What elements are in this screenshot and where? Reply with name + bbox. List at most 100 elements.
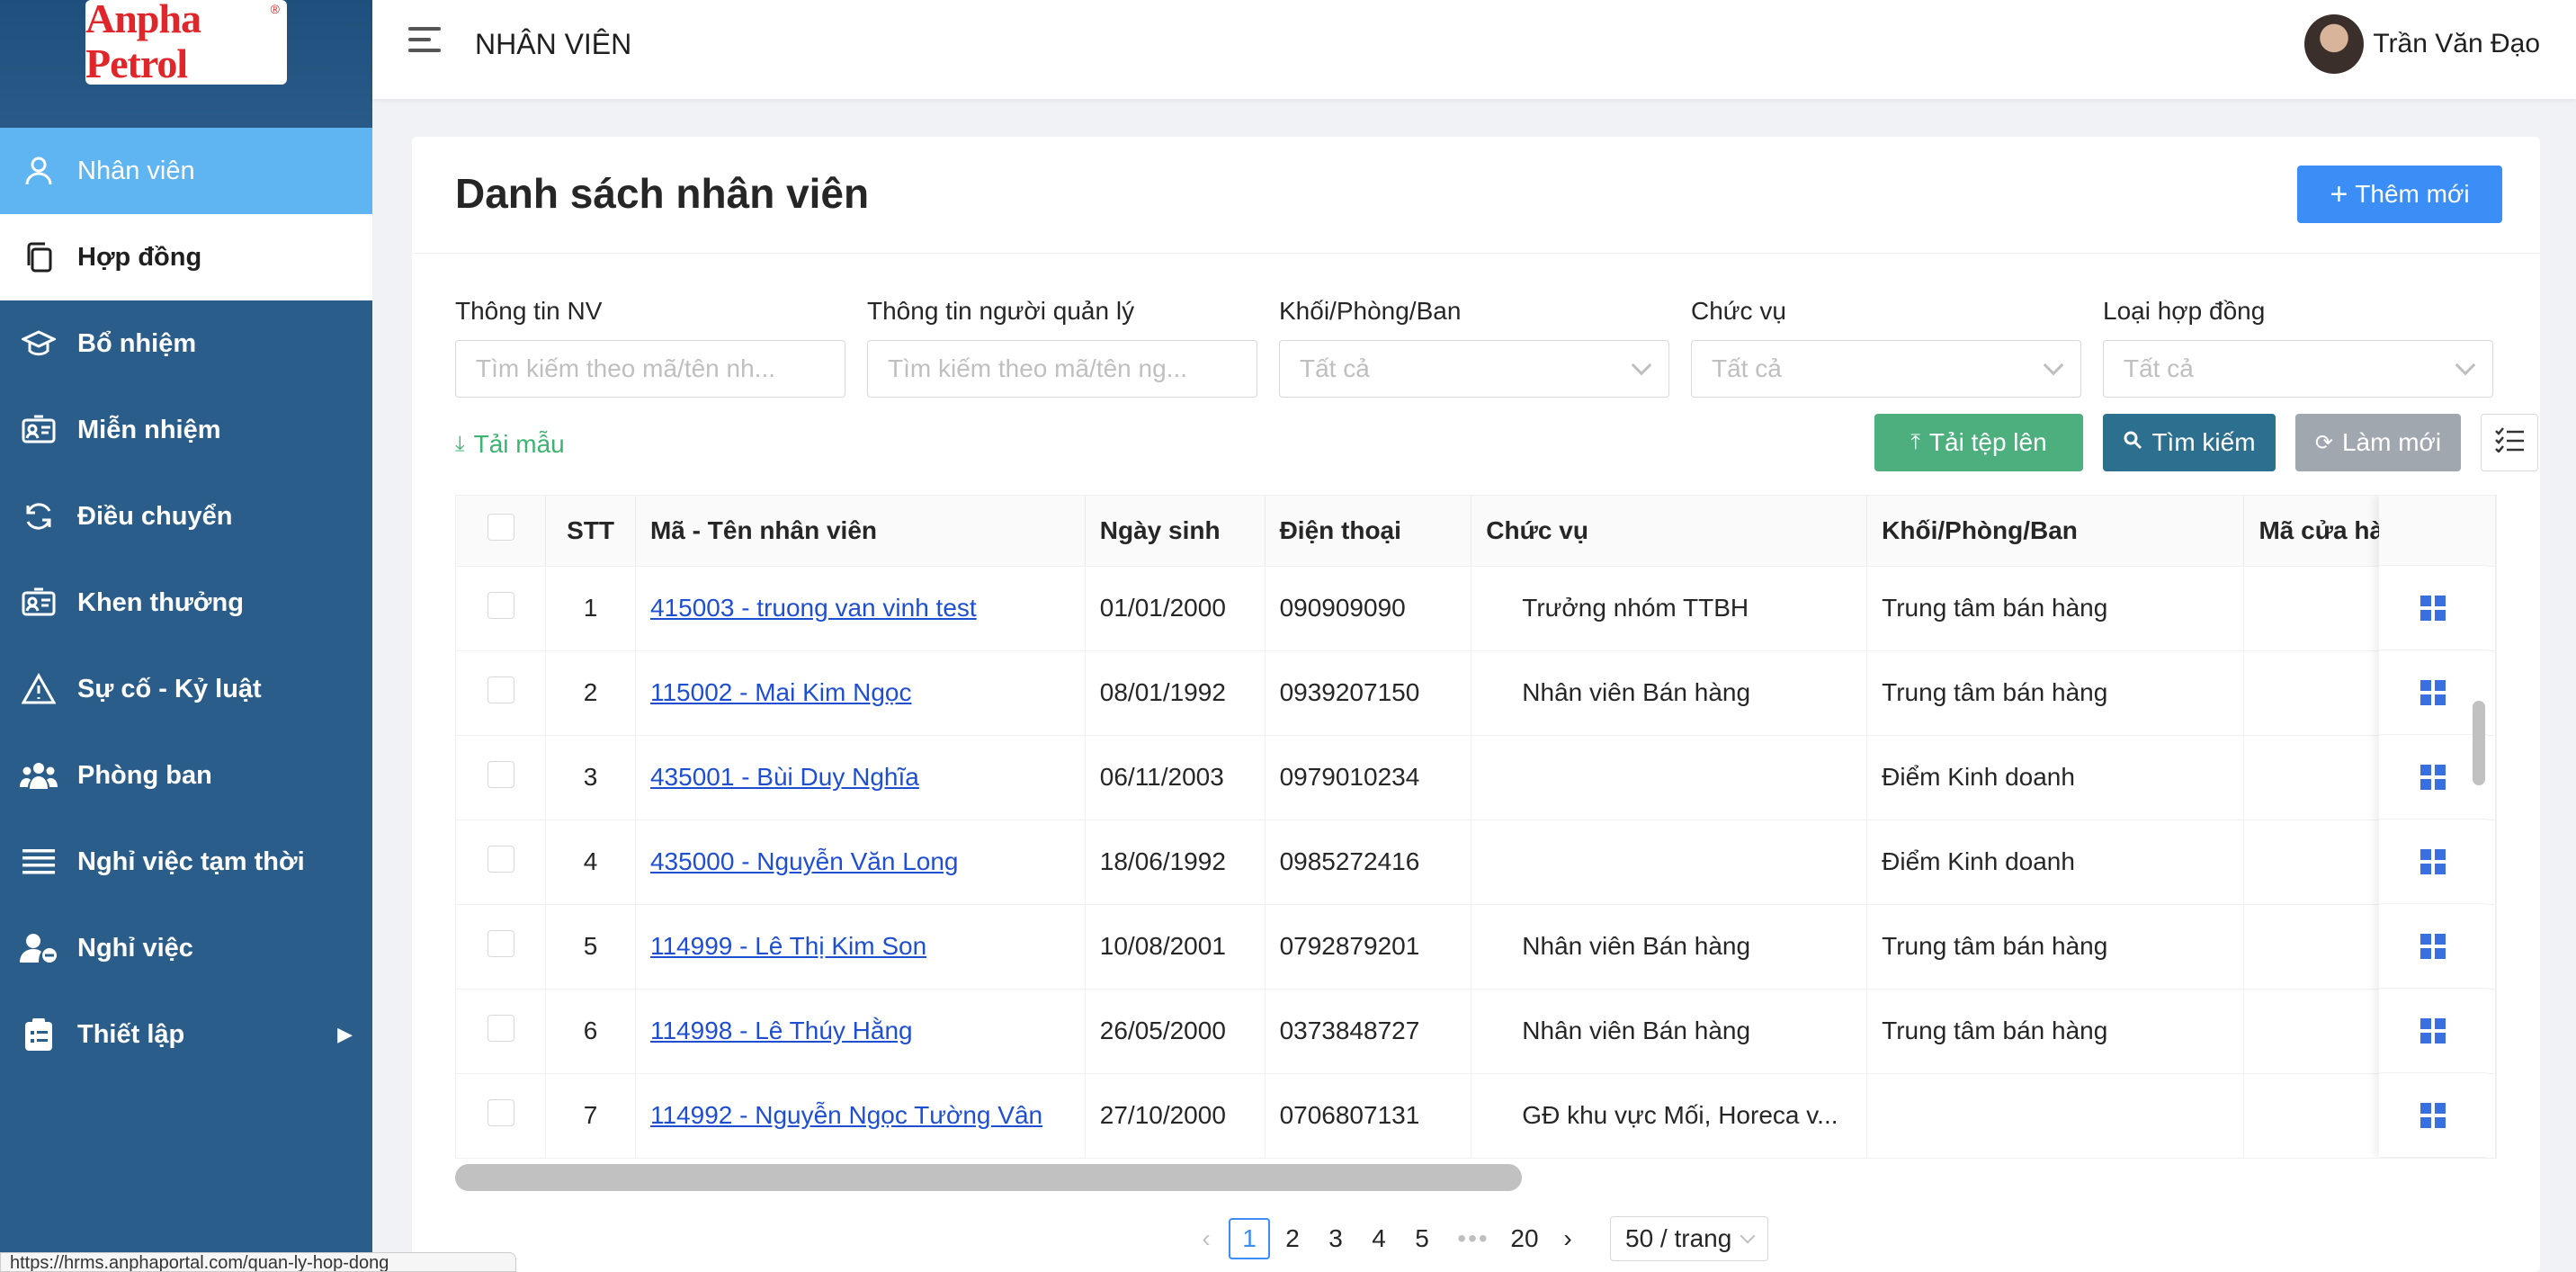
- filter-label: Thông tin NV: [455, 297, 603, 325]
- column-header-employee[interactable]: Mã - Tên nhân viên: [635, 496, 1086, 567]
- row-checkbox[interactable]: [487, 760, 514, 788]
- filter-label: Loại hợp đồng: [2103, 297, 2266, 325]
- sidebar-item-label: Khen thưởng: [77, 587, 244, 617]
- page-size-select[interactable]: 50 / trang: [1610, 1216, 1769, 1261]
- input-placeholder: Tìm kiếm theo mã/tên nh...: [476, 354, 776, 382]
- manager-search-input[interactable]: Tìm kiếm theo mã/tên ng...: [867, 340, 1257, 398]
- employee-link[interactable]: 114992 - Nguyễn Ngọc Tường Vân: [650, 1101, 1042, 1129]
- horizontal-scrollbar[interactable]: [455, 1164, 1522, 1191]
- sidebar-item-nhan-vien[interactable]: Nhân viên: [0, 128, 372, 214]
- contract-type-select[interactable]: Tất cả: [2103, 340, 2493, 398]
- sidebar-item-thiet-lap[interactable]: Thiết lập ▶: [0, 991, 372, 1078]
- download-icon: ⤓: [455, 432, 465, 456]
- employee-link[interactable]: 114999 - Lê Thị Kim Son: [650, 932, 926, 960]
- cell-employee: 115002 - Mai Kim Ngọc: [635, 650, 1086, 736]
- table-row: 1 415003 - truong van vinh test 01/01/20…: [456, 566, 2496, 651]
- select-value: Tất cả: [1300, 354, 1370, 382]
- sidebar-item-label: Hợp đồng: [77, 242, 202, 272]
- employee-table: STT Mã - Tên nhân viên Ngày sinh Điện th…: [455, 495, 2497, 1159]
- row-checkbox[interactable]: [487, 929, 514, 957]
- column-header-dob[interactable]: Ngày sinh: [1085, 496, 1266, 567]
- page-2[interactable]: 2: [1272, 1218, 1313, 1259]
- expand-arrow-icon[interactable]: ▶: [337, 1023, 353, 1046]
- row-checkbox[interactable]: [487, 676, 514, 703]
- user-menu[interactable]: Trần Văn Đạo: [2304, 14, 2540, 74]
- column-header-phone[interactable]: Điện thoại: [1265, 496, 1472, 567]
- select-all-checkbox[interactable]: [487, 514, 514, 542]
- search-icon: [2123, 430, 2142, 456]
- grid-menu-icon: [2420, 1017, 2446, 1044]
- sidebar-item-bo-nhiem[interactable]: Bổ nhiệm: [0, 300, 372, 387]
- row-checkbox[interactable]: [487, 591, 514, 619]
- cell-dob: 18/06/1992: [1085, 820, 1266, 905]
- row-actions-column: [2379, 496, 2487, 1158]
- cell-stt: 3: [545, 735, 636, 820]
- employee-link[interactable]: 114998 - Lê Thúy Hằng: [650, 1017, 913, 1044]
- row-checkbox[interactable]: [487, 1014, 514, 1042]
- employee-link[interactable]: 415003 - truong van vinh test: [650, 594, 977, 622]
- column-header-stt[interactable]: STT: [545, 496, 636, 567]
- row-action[interactable]: [2379, 989, 2487, 1073]
- next-page-button[interactable]: ›: [1547, 1218, 1588, 1259]
- row-checkbox[interactable]: [487, 1098, 514, 1126]
- page-3[interactable]: 3: [1315, 1218, 1356, 1259]
- employee-data-table: STT Mã - Tên nhân viên Ngày sinh Điện th…: [456, 496, 2496, 1158]
- sidebar-item-su-co-ky-luat[interactable]: Sự cố - Kỷ luật: [0, 646, 372, 732]
- filter-label: Thông tin người quản lý: [867, 297, 1135, 325]
- page-4[interactable]: 4: [1358, 1218, 1400, 1259]
- table-header-row: STT Mã - Tên nhân viên Ngày sinh Điện th…: [456, 496, 2496, 567]
- download-template-link[interactable]: ⤓ Tải mẫu: [455, 430, 565, 459]
- department-select[interactable]: Tất cả: [1279, 340, 1669, 398]
- row-checkbox[interactable]: [487, 845, 514, 873]
- search-button[interactable]: Tìm kiếm: [2103, 414, 2276, 471]
- employee-link[interactable]: 435001 - Bùi Duy Nghĩa: [650, 763, 919, 791]
- row-action[interactable]: [2379, 735, 2487, 820]
- row-action[interactable]: [2379, 904, 2487, 989]
- prev-page-button[interactable]: ‹: [1185, 1218, 1227, 1259]
- sidebar-item-mien-nhiem[interactable]: Miễn nhiệm: [0, 387, 372, 473]
- employee-link[interactable]: 435000 - Nguyễn Văn Long: [650, 847, 959, 875]
- sidebar-item-label: Miễn nhiệm: [77, 415, 221, 444]
- row-select-cell: [456, 904, 547, 990]
- grid-menu-icon: [2420, 679, 2446, 705]
- sidebar-item-phong-ban[interactable]: Phòng ban: [0, 732, 372, 819]
- sidebar-item-nghi-viec[interactable]: Nghỉ việc: [0, 905, 372, 991]
- download-template-label: Tải mẫu: [473, 430, 565, 458]
- add-new-button[interactable]: + Thêm mới: [2297, 166, 2502, 223]
- sidebar-item-dieu-chuyen[interactable]: Điều chuyển: [0, 473, 372, 560]
- grid-menu-icon: [2420, 595, 2446, 621]
- row-select-cell: [456, 1073, 547, 1158]
- sidebar-item-nghi-viec-tam-thoi[interactable]: Nghỉ việc tạm thời: [0, 819, 372, 905]
- page-1[interactable]: 1: [1229, 1218, 1270, 1259]
- sidebar-item-hop-dong[interactable]: Hợp đồng: [0, 214, 372, 300]
- row-action[interactable]: [2379, 1073, 2487, 1158]
- upload-file-button[interactable]: ⤒ Tải tệp lên: [1874, 414, 2083, 471]
- row-action[interactable]: [2379, 820, 2487, 904]
- employee-link[interactable]: 115002 - Mai Kim Ngọc: [650, 678, 912, 706]
- column-settings-button[interactable]: [2481, 414, 2538, 471]
- column-header-department[interactable]: Khối/Phòng/Ban: [1866, 496, 2245, 567]
- row-action[interactable]: [2379, 566, 2487, 650]
- cell-dob: 01/01/2000: [1085, 566, 1266, 651]
- page-last[interactable]: 20: [1504, 1218, 1545, 1259]
- add-new-label: Thêm mới: [2355, 180, 2470, 208]
- company-logo[interactable]: Anpha Petrol ®: [85, 0, 287, 86]
- employee-list-card: Danh sách nhân viên + Thêm mới Thông tin…: [412, 137, 2540, 1272]
- user-minus-icon: [20, 929, 58, 967]
- award-card-icon: [20, 584, 58, 622]
- avatar[interactable]: [2304, 14, 2365, 74]
- page-5[interactable]: 5: [1401, 1218, 1443, 1259]
- vertical-scrollbar[interactable]: [2473, 701, 2485, 785]
- column-header-position[interactable]: Chức vụ: [1471, 496, 1868, 567]
- position-select[interactable]: Tất cả: [1691, 340, 2081, 398]
- input-placeholder: Tìm kiếm theo mã/tên ng...: [888, 354, 1188, 382]
- logo-area: Anpha Petrol ®: [0, 0, 372, 128]
- sidebar-item-khen-thuong[interactable]: Khen thưởng: [0, 560, 372, 646]
- cell-phone: 0979010234: [1265, 735, 1472, 820]
- pagination-ellipsis[interactable]: •••: [1445, 1218, 1502, 1259]
- refresh-button[interactable]: ⟳ Làm mới: [2295, 414, 2461, 471]
- menu-toggle-icon[interactable]: [408, 27, 441, 56]
- employee-search-input[interactable]: Tìm kiếm theo mã/tên nh...: [455, 340, 845, 398]
- row-action[interactable]: [2379, 650, 2487, 735]
- cell-position: [1471, 735, 1868, 820]
